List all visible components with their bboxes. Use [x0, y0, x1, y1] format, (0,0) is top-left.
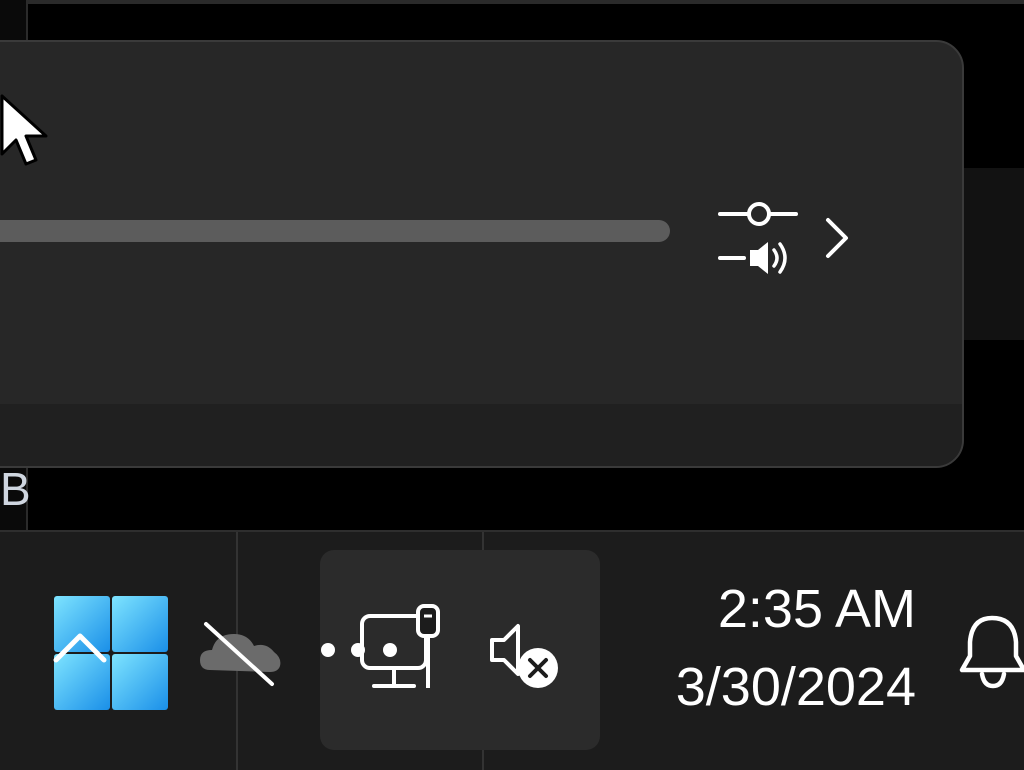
windows-logo-icon: [53, 596, 168, 710]
clock-time: 2:35 AM: [717, 579, 916, 639]
background-window-edge: [0, 0, 1024, 4]
clock-date: 3/30/2024: [675, 657, 916, 717]
notification-center-button[interactable]: [958, 612, 1024, 692]
chevron-right-icon: [826, 218, 848, 258]
flyout-footer: [0, 404, 962, 466]
ethernet-network-icon: [321, 604, 440, 688]
expand-output-button[interactable]: [820, 210, 860, 266]
taskbar: 2:35 AM 3/30/2024: [0, 530, 1024, 770]
taskbar-clock[interactable]: 2:35 AM 3/30/2024: [620, 576, 916, 720]
background-partial-text: B: [0, 463, 31, 515]
volume-mixer-button[interactable]: [714, 198, 806, 280]
mouse-cursor-icon: [0, 94, 48, 166]
background-window-panel: [960, 168, 1024, 340]
onedrive-tray-button[interactable]: [196, 618, 286, 688]
volume-mixer-icon: [718, 202, 798, 274]
volume-slider[interactable]: [0, 220, 670, 242]
volume-tray-button[interactable]: [486, 618, 566, 694]
bell-icon: [959, 615, 1024, 689]
network-tray-button[interactable]: [318, 604, 448, 696]
volume-flyout: [0, 40, 964, 468]
speaker-muted-icon: [490, 624, 558, 688]
start-button[interactable]: [52, 594, 170, 712]
onedrive-offline-icon: [200, 622, 281, 686]
